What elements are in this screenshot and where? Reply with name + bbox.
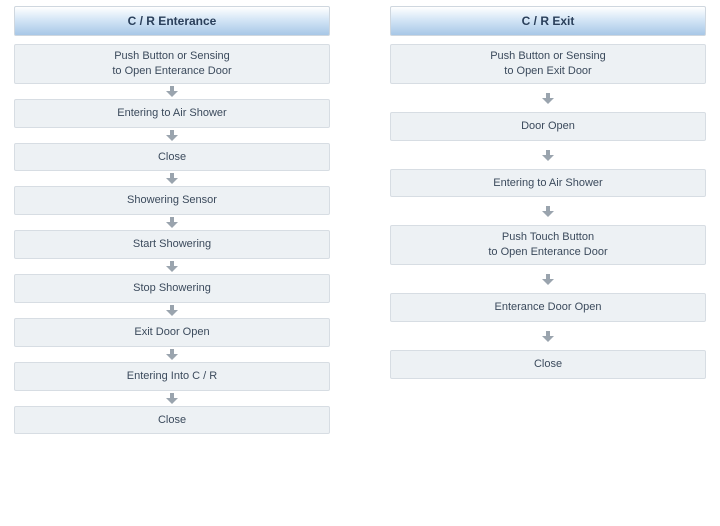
entrance-flow: C / R Enterance Push Button or Sensingto… — [14, 6, 330, 434]
arrow-down-icon — [14, 259, 330, 274]
arrow-down-icon — [14, 215, 330, 230]
arrow-down-icon — [14, 391, 330, 406]
arrow-down-icon — [390, 322, 706, 350]
arrow-down-icon — [390, 141, 706, 169]
exit-header: C / R Exit — [390, 6, 706, 36]
entrance-step: Close — [14, 143, 330, 172]
exit-step: Enterance Door Open — [390, 293, 706, 322]
exit-step: Push Touch Buttonto Open Enterance Door — [390, 225, 706, 265]
entrance-step: Push Button or Sensingto Open Enterance … — [14, 44, 330, 84]
arrow-down-icon — [14, 84, 330, 99]
arrow-down-icon — [390, 265, 706, 293]
entrance-step: Close — [14, 406, 330, 435]
arrow-down-icon — [390, 84, 706, 112]
exit-flow: C / R Exit Push Button or Sensingto Open… — [390, 6, 706, 434]
exit-step: Close — [390, 350, 706, 379]
entrance-header: C / R Enterance — [14, 6, 330, 36]
entrance-step: Entering to Air Shower — [14, 99, 330, 128]
exit-step: Entering to Air Shower — [390, 169, 706, 198]
exit-step: Door Open — [390, 112, 706, 141]
entrance-step: Stop Showering — [14, 274, 330, 303]
arrow-down-icon — [14, 128, 330, 143]
entrance-step: Start Showering — [14, 230, 330, 259]
exit-step: Push Button or Sensingto Open Exit Door — [390, 44, 706, 84]
arrow-down-icon — [390, 197, 706, 225]
arrow-down-icon — [14, 171, 330, 186]
entrance-step: Showering Sensor — [14, 186, 330, 215]
arrow-down-icon — [14, 347, 330, 362]
arrow-down-icon — [14, 303, 330, 318]
entrance-step: Exit Door Open — [14, 318, 330, 347]
entrance-step: Entering Into C / R — [14, 362, 330, 391]
